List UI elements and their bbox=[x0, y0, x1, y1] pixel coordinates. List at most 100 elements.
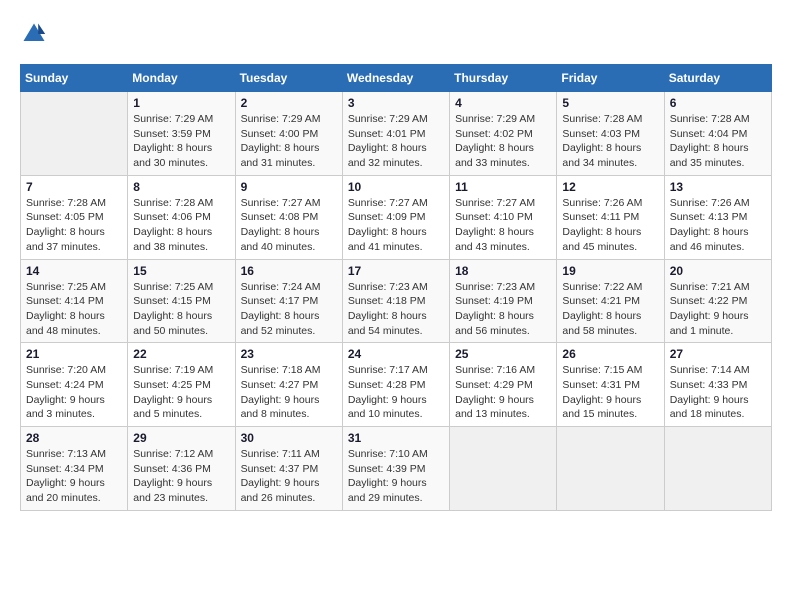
day-info: Sunrise: 7:21 AM Sunset: 4:22 PM Dayligh… bbox=[670, 280, 766, 339]
weekday-header-sunday: Sunday bbox=[21, 65, 128, 92]
day-info: Sunrise: 7:27 AM Sunset: 4:08 PM Dayligh… bbox=[241, 196, 337, 255]
day-info: Sunrise: 7:29 AM Sunset: 4:01 PM Dayligh… bbox=[348, 112, 444, 171]
day-number: 11 bbox=[455, 180, 551, 194]
day-number: 26 bbox=[562, 347, 658, 361]
weekday-header-tuesday: Tuesday bbox=[235, 65, 342, 92]
calendar-header: SundayMondayTuesdayWednesdayThursdayFrid… bbox=[21, 65, 772, 92]
calendar-cell: 6Sunrise: 7:28 AM Sunset: 4:04 PM Daylig… bbox=[664, 92, 771, 176]
day-number: 25 bbox=[455, 347, 551, 361]
day-info: Sunrise: 7:20 AM Sunset: 4:24 PM Dayligh… bbox=[26, 363, 122, 422]
weekday-header-row: SundayMondayTuesdayWednesdayThursdayFrid… bbox=[21, 65, 772, 92]
calendar-cell: 7 Sunrise: 7:28 AM Sunset: 4:05 PM Daylig… bbox=[21, 175, 128, 259]
page-header bbox=[20, 20, 772, 48]
day-info: Sunrise: 7:22 AM Sunset: 4:21 PM Dayligh… bbox=[562, 280, 658, 339]
calendar-cell: 24 Sunrise: 7:17 AM Sunset: 4:28 PM Dayli… bbox=[342, 343, 449, 427]
calendar-cell: 10Sunrise: 7:27 AM Sunset: 4:09 PM Dayli… bbox=[342, 175, 449, 259]
weekday-header-monday: Monday bbox=[128, 65, 235, 92]
day-number: 20 bbox=[670, 264, 766, 278]
calendar-table: SundayMondayTuesdayWednesdayThursdayFrid… bbox=[20, 64, 772, 511]
day-info: Sunrise: 7:23 AM Sunset: 4:18 PM Dayligh… bbox=[348, 280, 444, 339]
day-number: 15 bbox=[133, 264, 229, 278]
day-info: Sunrise: 7:25 AM Sunset: 4:15 PM Dayligh… bbox=[133, 280, 229, 339]
day-number: 24 bbox=[348, 347, 444, 361]
day-number: 19 bbox=[562, 264, 658, 278]
calendar-cell bbox=[21, 92, 128, 176]
day-number: 9 bbox=[241, 180, 337, 194]
day-number: 31 bbox=[348, 431, 444, 445]
calendar-cell: 15 Sunrise: 7:25 AM Sunset: 4:15 PM Dayli… bbox=[128, 259, 235, 343]
day-info: Sunrise: 7:29 AM Sunset: 4:02 PM Dayligh… bbox=[455, 112, 551, 171]
calendar-cell: 4Sunrise: 7:29 AM Sunset: 4:02 PM Daylig… bbox=[450, 92, 557, 176]
week-row-2: 7 Sunrise: 7:28 AM Sunset: 4:05 PM Daylig… bbox=[21, 175, 772, 259]
day-number: 10 bbox=[348, 180, 444, 194]
weekday-header-wednesday: Wednesday bbox=[342, 65, 449, 92]
calendar-cell: 1 Sunrise: 7:29 AM Sunset: 3:59 PM Daylig… bbox=[128, 92, 235, 176]
week-row-4: 21 Sunrise: 7:20 AM Sunset: 4:24 PM Dayli… bbox=[21, 343, 772, 427]
day-number: 8 bbox=[133, 180, 229, 194]
day-info: Sunrise: 7:19 AM Sunset: 4:25 PM Dayligh… bbox=[133, 363, 229, 422]
day-info: Sunrise: 7:11 AM Sunset: 4:37 PM Dayligh… bbox=[241, 447, 337, 506]
calendar-cell: 26Sunrise: 7:15 AM Sunset: 4:31 PM Dayli… bbox=[557, 343, 664, 427]
day-info: Sunrise: 7:12 AM Sunset: 4:36 PM Dayligh… bbox=[133, 447, 229, 506]
logo-icon bbox=[20, 20, 48, 48]
calendar-cell: 16 Sunrise: 7:24 AM Sunset: 4:17 PM Dayli… bbox=[235, 259, 342, 343]
calendar-cell: 27Sunrise: 7:14 AM Sunset: 4:33 PM Dayli… bbox=[664, 343, 771, 427]
day-info: Sunrise: 7:28 AM Sunset: 4:05 PM Dayligh… bbox=[26, 196, 122, 255]
calendar-cell: 14Sunrise: 7:25 AM Sunset: 4:14 PM Dayli… bbox=[21, 259, 128, 343]
calendar-cell: 2 Sunrise: 7:29 AM Sunset: 4:00 PM Daylig… bbox=[235, 92, 342, 176]
day-info: Sunrise: 7:29 AM Sunset: 4:00 PM Dayligh… bbox=[241, 112, 337, 171]
calendar-cell: 23 Sunrise: 7:18 AM Sunset: 4:27 PM Dayli… bbox=[235, 343, 342, 427]
day-number: 29 bbox=[133, 431, 229, 445]
calendar-cell: 30 Sunrise: 7:11 AM Sunset: 4:37 PM Dayli… bbox=[235, 427, 342, 511]
calendar-cell: 22 Sunrise: 7:19 AM Sunset: 4:25 PM Dayli… bbox=[128, 343, 235, 427]
day-info: Sunrise: 7:24 AM Sunset: 4:17 PM Dayligh… bbox=[241, 280, 337, 339]
day-number: 1 bbox=[133, 96, 229, 110]
day-number: 21 bbox=[26, 347, 122, 361]
day-info: Sunrise: 7:23 AM Sunset: 4:19 PM Dayligh… bbox=[455, 280, 551, 339]
day-info: Sunrise: 7:16 AM Sunset: 4:29 PM Dayligh… bbox=[455, 363, 551, 422]
calendar-cell: 8Sunrise: 7:28 AM Sunset: 4:06 PM Daylig… bbox=[128, 175, 235, 259]
day-info: Sunrise: 7:26 AM Sunset: 4:11 PM Dayligh… bbox=[562, 196, 658, 255]
day-info: Sunrise: 7:10 AM Sunset: 4:39 PM Dayligh… bbox=[348, 447, 444, 506]
calendar-cell: 9 Sunrise: 7:27 AM Sunset: 4:08 PM Daylig… bbox=[235, 175, 342, 259]
day-info: Sunrise: 7:28 AM Sunset: 4:04 PM Dayligh… bbox=[670, 112, 766, 171]
week-row-1: 1 Sunrise: 7:29 AM Sunset: 3:59 PM Daylig… bbox=[21, 92, 772, 176]
day-number: 5 bbox=[562, 96, 658, 110]
day-number: 16 bbox=[241, 264, 337, 278]
day-number: 7 bbox=[26, 180, 122, 194]
calendar-body: 1 Sunrise: 7:29 AM Sunset: 3:59 PM Daylig… bbox=[21, 92, 772, 511]
day-info: Sunrise: 7:29 AM Sunset: 3:59 PM Dayligh… bbox=[133, 112, 229, 171]
day-number: 12 bbox=[562, 180, 658, 194]
day-number: 14 bbox=[26, 264, 122, 278]
day-number: 13 bbox=[670, 180, 766, 194]
calendar-cell: 11 Sunrise: 7:27 AM Sunset: 4:10 PM Dayli… bbox=[450, 175, 557, 259]
day-number: 22 bbox=[133, 347, 229, 361]
day-number: 28 bbox=[26, 431, 122, 445]
day-info: Sunrise: 7:26 AM Sunset: 4:13 PM Dayligh… bbox=[670, 196, 766, 255]
calendar-cell: 18 Sunrise: 7:23 AM Sunset: 4:19 PM Dayli… bbox=[450, 259, 557, 343]
weekday-header-friday: Friday bbox=[557, 65, 664, 92]
day-number: 30 bbox=[241, 431, 337, 445]
day-number: 2 bbox=[241, 96, 337, 110]
logo bbox=[20, 20, 52, 48]
day-number: 17 bbox=[348, 264, 444, 278]
calendar-cell: 19 Sunrise: 7:22 AM Sunset: 4:21 PM Dayli… bbox=[557, 259, 664, 343]
calendar-cell: 17 Sunrise: 7:23 AM Sunset: 4:18 PM Dayli… bbox=[342, 259, 449, 343]
calendar-cell: 3 Sunrise: 7:29 AM Sunset: 4:01 PM Daylig… bbox=[342, 92, 449, 176]
calendar-cell bbox=[557, 427, 664, 511]
calendar-cell: 5 Sunrise: 7:28 AM Sunset: 4:03 PM Daylig… bbox=[557, 92, 664, 176]
day-info: Sunrise: 7:27 AM Sunset: 4:10 PM Dayligh… bbox=[455, 196, 551, 255]
day-info: Sunrise: 7:18 AM Sunset: 4:27 PM Dayligh… bbox=[241, 363, 337, 422]
day-info: Sunrise: 7:13 AM Sunset: 4:34 PM Dayligh… bbox=[26, 447, 122, 506]
day-number: 18 bbox=[455, 264, 551, 278]
week-row-3: 14Sunrise: 7:25 AM Sunset: 4:14 PM Dayli… bbox=[21, 259, 772, 343]
day-number: 23 bbox=[241, 347, 337, 361]
weekday-header-thursday: Thursday bbox=[450, 65, 557, 92]
calendar-cell: 13 Sunrise: 7:26 AM Sunset: 4:13 PM Dayli… bbox=[664, 175, 771, 259]
calendar-cell: 21 Sunrise: 7:20 AM Sunset: 4:24 PM Dayli… bbox=[21, 343, 128, 427]
day-info: Sunrise: 7:17 AM Sunset: 4:28 PM Dayligh… bbox=[348, 363, 444, 422]
calendar-cell: 29 Sunrise: 7:12 AM Sunset: 4:36 PM Dayli… bbox=[128, 427, 235, 511]
day-number: 3 bbox=[348, 96, 444, 110]
calendar-cell: 20 Sunrise: 7:21 AM Sunset: 4:22 PM Dayli… bbox=[664, 259, 771, 343]
day-info: Sunrise: 7:28 AM Sunset: 4:03 PM Dayligh… bbox=[562, 112, 658, 171]
